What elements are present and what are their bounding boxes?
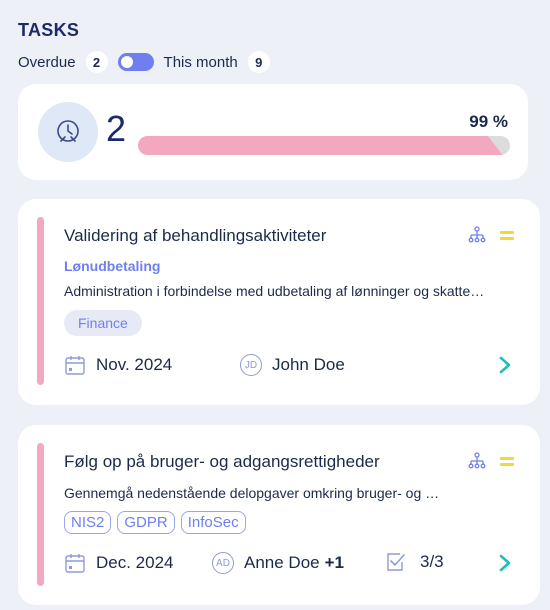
assignee-name: John Doe xyxy=(272,355,345,374)
this-month-label: This month xyxy=(163,53,238,71)
chevron-right-icon[interactable] xyxy=(498,356,512,374)
toggle-knob xyxy=(120,56,133,68)
summary-card: 2 99 % xyxy=(18,84,528,180)
filter-row: Overdue 2 This month 9 xyxy=(18,51,270,73)
calendar-icon xyxy=(65,554,85,573)
clock-icon xyxy=(38,102,98,162)
tag-list: NIS2 GDPR InfoSec xyxy=(64,511,246,534)
priority-medium-icon xyxy=(500,231,514,241)
overdue-month-toggle[interactable] xyxy=(117,53,154,71)
subtasks-count: 3/3 xyxy=(420,552,444,571)
task-assignee: JD John Doe xyxy=(240,354,345,376)
task-accent-stripe xyxy=(37,217,44,385)
hierarchy-icon[interactable] xyxy=(468,452,486,470)
avatar: AD xyxy=(212,552,234,574)
task-category[interactable]: Lønudbetaling xyxy=(64,258,160,274)
progress-bar-fill xyxy=(138,136,503,155)
progress-percent: 99 % xyxy=(469,112,508,131)
task-description: Administration i forbindelse med udbetal… xyxy=(64,283,485,299)
hierarchy-icon[interactable] xyxy=(468,226,486,244)
task-subtasks: 3/3 xyxy=(386,552,444,572)
assignee-name: Anne Doe xyxy=(244,553,320,572)
calendar-icon xyxy=(65,356,85,375)
overdue-label: Overdue xyxy=(18,53,76,71)
due-date-text: Nov. 2024 xyxy=(96,355,173,374)
task-due-date: Nov. 2024 xyxy=(64,354,172,376)
overdue-count-badge: 2 xyxy=(85,51,108,73)
task-accent-stripe xyxy=(37,443,44,586)
tag-nis2: NIS2 xyxy=(64,511,112,534)
assignee-extra-count: +1 xyxy=(324,553,345,572)
chevron-right-icon[interactable] xyxy=(498,554,512,572)
tag-gdpr: GDPR xyxy=(117,511,175,534)
this-month-count-badge: 9 xyxy=(247,51,270,73)
task-card[interactable]: Validering af behandlingsaktiviteter Løn… xyxy=(18,199,540,405)
task-description: Gennemgå nedenstående delopgaver omkring… xyxy=(64,485,440,501)
avatar: JD xyxy=(240,354,262,376)
task-title: Validering af behandlingsaktiviteter xyxy=(64,226,327,245)
summary-count: 2 xyxy=(106,108,127,149)
task-due-date: Dec. 2024 xyxy=(64,552,174,574)
progress-bar xyxy=(138,136,510,155)
tag-finance: Finance xyxy=(64,310,142,336)
checklist-icon xyxy=(387,553,405,571)
priority-medium-icon xyxy=(500,457,514,467)
tag-infosec: InfoSec xyxy=(180,511,246,534)
task-title: Følg op på bruger- og adgangsrettigheder xyxy=(64,452,380,471)
task-assignee: AD Anne Doe +1 xyxy=(212,552,344,574)
task-card[interactable]: Følg op på bruger- og adgangsrettigheder… xyxy=(18,425,540,605)
page-title: TASKS xyxy=(18,20,80,40)
due-date-text: Dec. 2024 xyxy=(96,553,174,572)
